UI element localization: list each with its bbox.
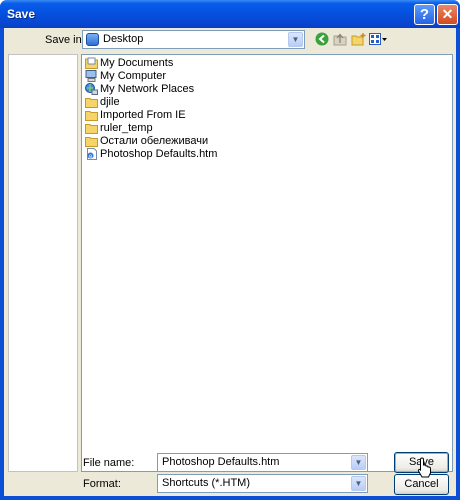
list-item-label: djile	[100, 95, 120, 108]
my-computer-icon	[85, 69, 97, 82]
places-bar	[8, 54, 78, 472]
desktop-icon	[86, 33, 99, 46]
save-dialog: Save ? ✕ Save in: Desktop ▼ My Documents…	[0, 0, 460, 500]
save-in-dropdown[interactable]: Desktop ▼	[82, 30, 305, 49]
list-item-label: Imported From IE	[100, 108, 186, 121]
list-item[interactable]: e Photoshop Defaults.htm	[85, 147, 217, 160]
html-file-icon: e	[87, 147, 97, 160]
up-folder-icon[interactable]	[333, 32, 347, 46]
views-menu-icon[interactable]	[369, 32, 388, 46]
list-item[interactable]: My Computer	[85, 69, 166, 82]
save-in-value: Desktop	[103, 33, 144, 45]
list-item-label: My Documents	[100, 56, 174, 69]
file-name-field[interactable]: Photoshop Defaults.htm ▼	[157, 453, 368, 472]
chevron-down-icon[interactable]: ▼	[288, 32, 303, 47]
folder-icon	[85, 123, 98, 134]
format-dropdown[interactable]: Shortcuts (*.HTM) ▼	[157, 474, 368, 493]
back-icon[interactable]	[315, 32, 329, 46]
chevron-down-icon[interactable]: ▼	[351, 455, 366, 470]
format-value: Shortcuts (*.HTM)	[162, 477, 251, 489]
file-list[interactable]: My Documents My Computer My Network Plac…	[81, 54, 453, 472]
list-item[interactable]: ruler_temp	[85, 121, 153, 134]
folder-icon	[85, 136, 98, 147]
close-button[interactable]: ✕	[437, 4, 458, 25]
format-label: Format:	[83, 478, 121, 490]
save-in-label: Save in:	[45, 34, 85, 46]
title-bar[interactable]: Save ? ✕	[0, 0, 460, 28]
new-folder-icon[interactable]	[351, 32, 366, 46]
list-item[interactable]: Остали обележивачи	[85, 134, 208, 147]
list-item-label: My Computer	[100, 69, 167, 82]
folder-icon	[85, 110, 98, 121]
list-item[interactable]: My Documents	[85, 56, 173, 69]
list-item[interactable]: djile	[85, 95, 120, 108]
my-documents-icon	[85, 57, 98, 69]
network-places-icon	[85, 82, 98, 95]
list-item-label: Остали обележивачи	[100, 134, 209, 147]
list-item-label: ruler_temp	[100, 121, 153, 134]
window-title: Save	[7, 7, 36, 21]
file-name-value: Photoshop Defaults.htm	[162, 456, 280, 468]
chevron-down-icon[interactable]: ▼	[351, 476, 366, 491]
dialog-client-area: Save in: Desktop ▼ My Documents My Compu…	[4, 28, 456, 496]
list-item-label: My Network Places	[100, 82, 195, 95]
file-name-label: File name:	[83, 457, 135, 469]
hand-cursor-icon	[417, 457, 431, 478]
list-item[interactable]: Imported From IE	[85, 108, 186, 121]
help-button[interactable]: ?	[414, 4, 435, 25]
list-item[interactable]: My Network Places	[85, 82, 194, 95]
list-item-label: Photoshop Defaults.htm	[100, 147, 218, 160]
folder-icon	[85, 97, 98, 108]
